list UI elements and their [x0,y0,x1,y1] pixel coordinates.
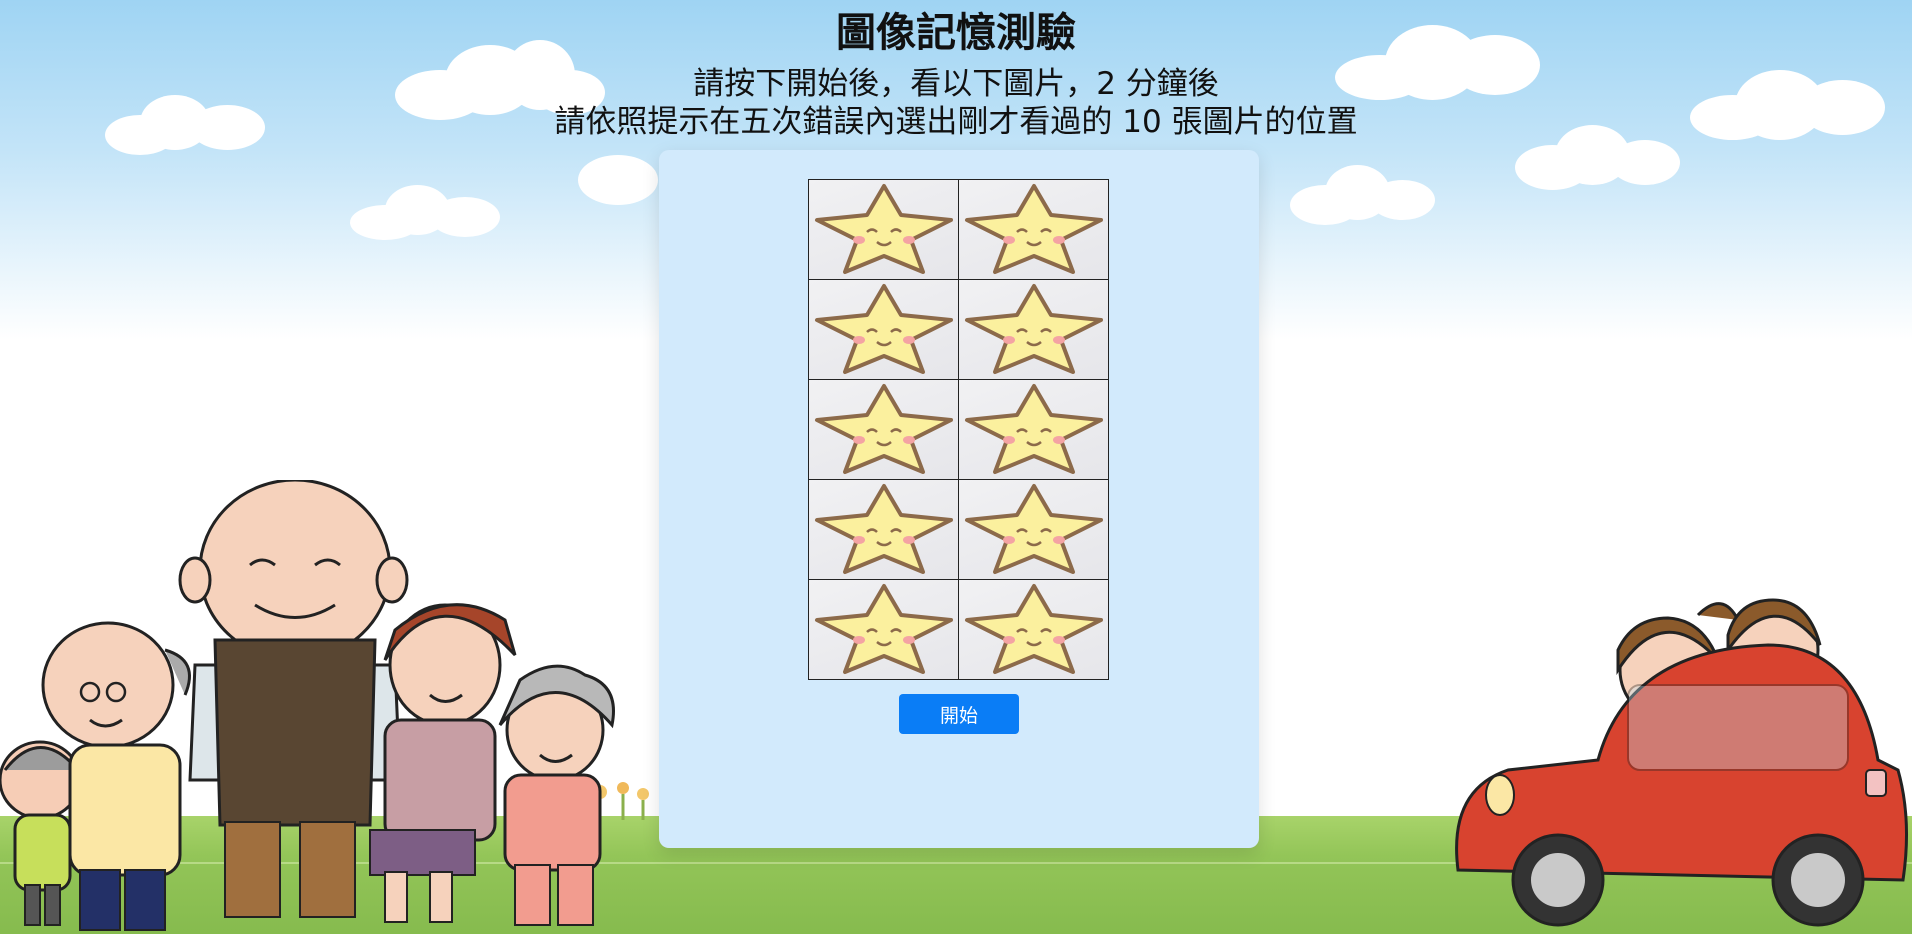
smiling-star-icon [961,480,1107,580]
smiling-star-icon [961,180,1107,280]
grid-cell[interactable] [809,180,959,280]
smiling-star-icon [961,380,1107,480]
grid-cell[interactable] [959,280,1109,380]
cloud [1290,165,1435,225]
smiling-star-icon [961,280,1107,380]
smiling-star-icon [961,580,1107,680]
smiling-star-icon [811,480,957,580]
cloud [350,185,500,240]
grid-cell[interactable] [959,480,1109,580]
smiling-star-icon [811,580,957,680]
instruction-line-1: 請按下開始後，看以下圖片，2 分鐘後 [693,66,1219,102]
grid-cell[interactable] [809,580,959,680]
smiling-star-icon [811,280,957,380]
instruction-line-2: 請依照提示在五次錯誤內選出剛才看過的 10 張圖片的位置 [554,104,1358,140]
image-grid [808,179,1109,680]
grid-cell[interactable] [959,380,1109,480]
game-panel: 開始 [659,150,1259,848]
grid-cell[interactable] [809,280,959,380]
smiling-star-icon [811,180,957,280]
smiling-star-icon [811,380,957,480]
grid-cell[interactable] [809,480,959,580]
elderly-family-illustration [0,480,615,931]
grid-cell[interactable] [809,380,959,480]
start-button[interactable]: 開始 [899,694,1019,734]
page-title: 圖像記憶測驗 [836,10,1076,56]
family-car-illustration [1455,598,1909,927]
cloud [578,145,668,205]
grid-cell[interactable] [959,180,1109,280]
grid-cell[interactable] [959,580,1109,680]
